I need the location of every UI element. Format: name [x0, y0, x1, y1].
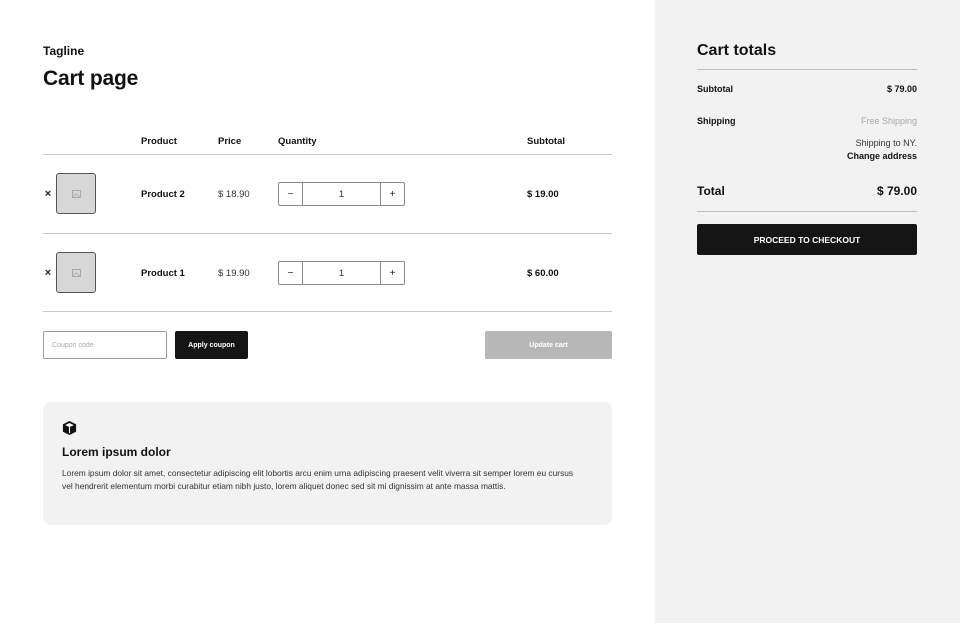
tagline: Tagline	[43, 44, 85, 58]
remove-item-button[interactable]: ×	[43, 267, 53, 279]
info-card: Lorem ipsum dolor Lorem ipsum dolor sit …	[43, 402, 612, 525]
product-name[interactable]: Product 1	[141, 268, 185, 279]
apply-coupon-button[interactable]: Apply coupon	[175, 331, 248, 359]
totals-divider	[697, 211, 917, 212]
product-thumbnail	[56, 173, 96, 214]
image-placeholder-icon	[71, 189, 81, 198]
subtotal-label: Subtotal	[697, 84, 733, 94]
quantity-input[interactable]: 1	[303, 183, 380, 205]
quantity-stepper: − 1 +	[278, 261, 405, 285]
shipping-label: Shipping	[697, 116, 736, 126]
table-divider	[43, 311, 612, 312]
column-header-quantity: Quantity	[278, 136, 317, 147]
total-value: $ 79.00	[876, 184, 917, 198]
info-card-text: Lorem ipsum dolor sit amet, consectetur …	[62, 468, 574, 492]
row-subtotal: $ 60.00	[527, 268, 559, 279]
page-title: Cart page	[43, 67, 139, 90]
cart-main: Tagline Cart page Product Price Quantity…	[0, 0, 655, 623]
totals-divider	[697, 69, 917, 70]
change-address-link[interactable]: Change address	[847, 151, 917, 161]
table-row: × Product 1 $ 19.90 − 1 + $ 60.00	[43, 234, 612, 312]
box-icon	[62, 420, 77, 436]
decrease-quantity-button[interactable]: −	[279, 183, 303, 205]
product-price: $ 19.90	[218, 268, 250, 279]
increase-quantity-button[interactable]: +	[380, 262, 404, 284]
product-price: $ 18.90	[218, 189, 250, 200]
row-subtotal: $ 19.00	[527, 189, 559, 200]
product-thumbnail	[56, 252, 96, 293]
cart-totals-title: Cart totals	[697, 42, 777, 59]
column-header-subtotal: Subtotal	[527, 136, 565, 147]
shipping-destination: Shipping to NY.	[855, 138, 917, 148]
image-placeholder-icon	[71, 268, 81, 277]
table-row: × Product 2 $ 18.90 − 1 + $ 19.00	[43, 155, 612, 233]
remove-item-button[interactable]: ×	[43, 188, 53, 200]
info-card-title: Lorem ipsum dolor	[62, 445, 171, 459]
total-label: Total	[697, 184, 725, 198]
column-header-price: Price	[218, 136, 242, 147]
increase-quantity-button[interactable]: +	[380, 183, 404, 205]
subtotal-value: $ 79.00	[886, 84, 917, 94]
cart-totals-panel: Cart totals Subtotal $ 79.00 Shipping Fr…	[655, 0, 960, 623]
update-cart-button[interactable]: Update cart	[485, 331, 612, 359]
decrease-quantity-button[interactable]: −	[279, 262, 303, 284]
product-name[interactable]: Product 2	[141, 189, 185, 200]
proceed-to-checkout-button[interactable]: PROCEED TO CHECKOUT	[697, 224, 917, 255]
quantity-stepper: − 1 +	[278, 182, 405, 206]
coupon-code-input[interactable]	[43, 331, 167, 359]
quantity-input[interactable]: 1	[303, 262, 380, 284]
column-header-product: Product	[141, 136, 177, 147]
shipping-method: Free Shipping	[860, 116, 917, 126]
